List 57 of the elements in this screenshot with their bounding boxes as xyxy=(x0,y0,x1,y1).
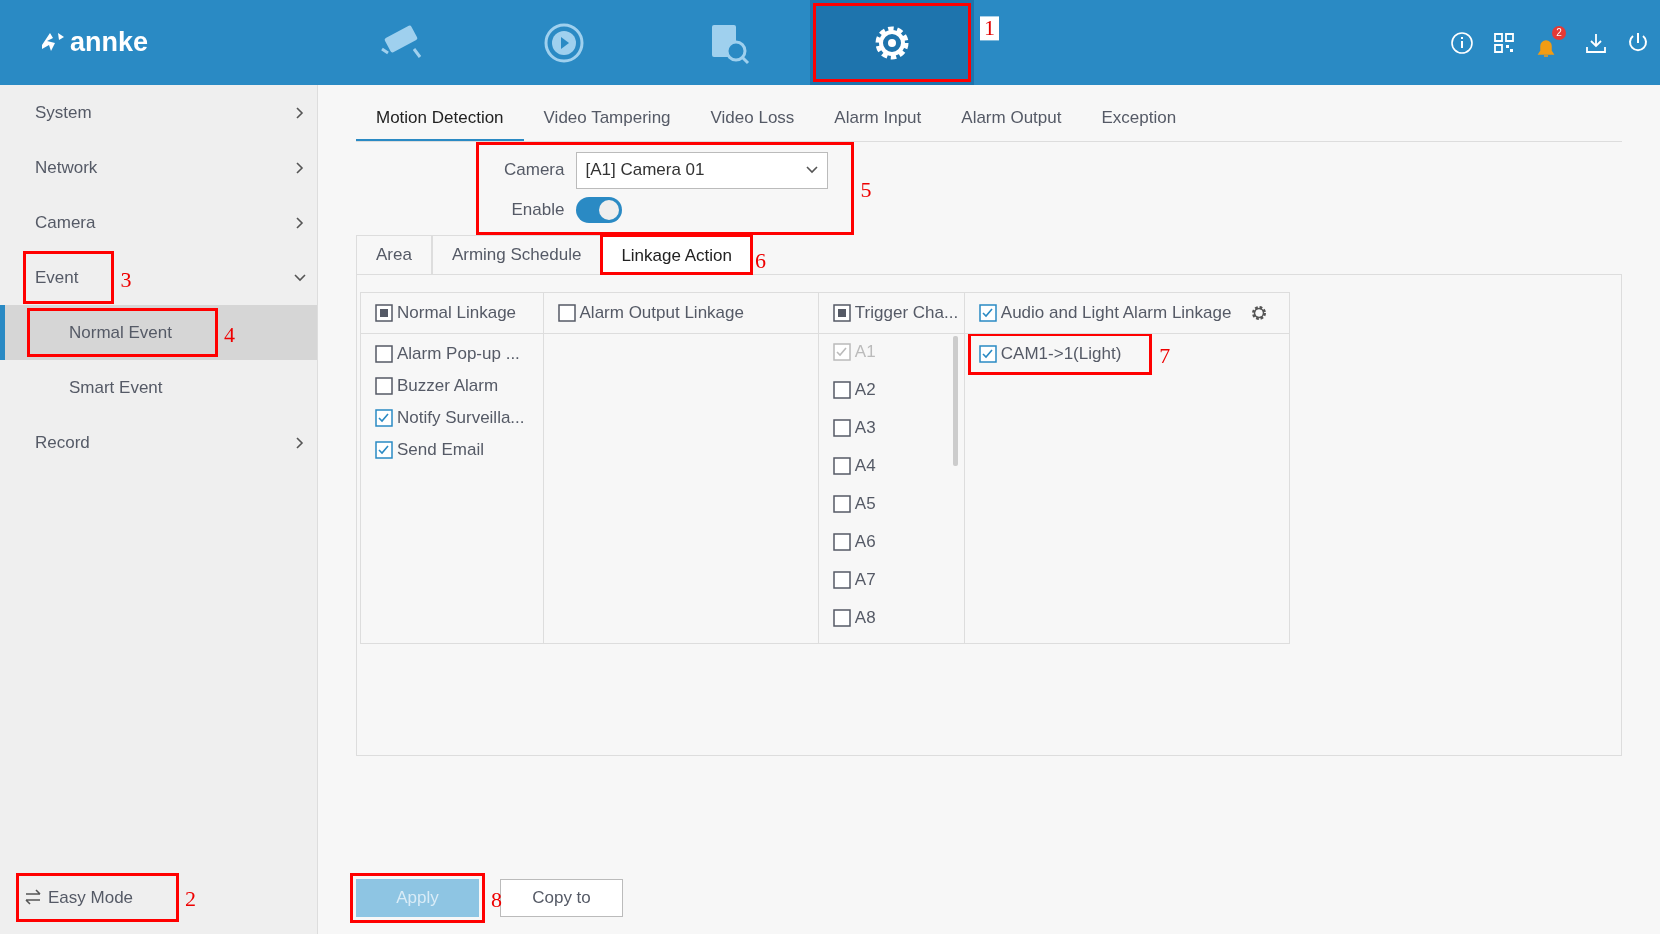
menu-label: Smart Event xyxy=(69,376,163,399)
sidebar-item[interactable]: Record xyxy=(0,415,317,470)
checkbox-item[interactable]: Notify Surveilla... xyxy=(375,408,525,428)
column-checkbox[interactable]: Trigger Cha... xyxy=(832,303,959,323)
column-checkbox[interactable]: Normal Linkage xyxy=(375,303,517,323)
qr-code-icon xyxy=(1492,30,1516,55)
checkbox-item[interactable]: Send Email xyxy=(375,440,484,460)
notification-count: 2 xyxy=(1552,25,1566,40)
checkbox-item[interactable]: A3 xyxy=(832,418,876,438)
tab[interactable]: Arming Schedule xyxy=(431,234,602,274)
sidebar-subitem[interactable]: Normal Event 4 xyxy=(0,305,317,360)
camera-select[interactable]: [A1] Camera 01 xyxy=(576,151,829,189)
callout-number: 5 xyxy=(860,179,872,202)
callout-number: 4 xyxy=(224,323,235,346)
callout-number: 7 xyxy=(1159,345,1171,368)
column-checkbox[interactable]: Alarm Output Linkage xyxy=(557,303,744,323)
checkbox-item[interactable]: A8 xyxy=(832,608,876,628)
field-label: Camera xyxy=(504,159,565,182)
checkbox-item[interactable]: A6 xyxy=(832,532,876,552)
column-checkbox[interactable]: Audio and Light Alarm Linkage xyxy=(978,303,1232,323)
tab[interactable]: Motion Detection xyxy=(356,99,524,141)
field-label: Enable xyxy=(510,198,565,221)
checkbox-item[interactable]: A2 xyxy=(832,380,876,400)
sidebar-item[interactable]: Event 3 xyxy=(0,250,317,305)
tab[interactable]: Video Loss xyxy=(690,99,815,141)
checkbox-item[interactable]: A7 xyxy=(832,570,876,590)
checkbox-item[interactable]: Alarm Pop-up ... xyxy=(375,344,520,364)
copy-button[interactable]: Copy to xyxy=(500,879,623,917)
sidebar-item[interactable]: Network xyxy=(0,140,317,195)
callout-number: 2 xyxy=(185,888,197,911)
tab[interactable]: Area xyxy=(356,234,432,274)
info-icon xyxy=(1450,30,1474,55)
menu-label: Camera xyxy=(35,211,96,234)
tab[interactable]: Alarm Input xyxy=(814,99,942,141)
tab[interactable]: Exception xyxy=(1081,99,1197,141)
callout-number: 6 xyxy=(755,250,766,273)
checkbox-item[interactable]: A4 xyxy=(832,456,876,476)
menu-label: Network xyxy=(35,156,98,179)
scrollbar[interactable] xyxy=(952,336,958,466)
logo-text: annke xyxy=(70,26,149,60)
tab[interactable]: Alarm Output xyxy=(941,99,1082,141)
checkbox-item[interactable]: A5 xyxy=(832,494,876,514)
tab[interactable]: Video Tampering xyxy=(523,99,691,141)
menu-label: Record xyxy=(35,431,90,454)
swap-icon xyxy=(24,889,42,906)
sidebar-subitem[interactable]: Smart Event xyxy=(0,360,317,415)
toolbar-button[interactable] xyxy=(1450,30,1474,55)
sidebar-item[interactable]: System xyxy=(0,85,317,140)
enable-toggle[interactable] xyxy=(576,196,623,223)
callout-number: 1 xyxy=(980,15,999,40)
sidebar-item[interactable]: Camera xyxy=(0,195,317,250)
toolbar-button[interactable]: 2 xyxy=(1534,25,1566,60)
callout-number: 3 xyxy=(120,268,132,291)
callout-number: 8 xyxy=(491,889,502,912)
checkbox-item[interactable]: Buzzer Alarm xyxy=(375,376,499,396)
menu-label: System xyxy=(35,101,92,124)
toolbar-button[interactable] xyxy=(1492,30,1516,55)
